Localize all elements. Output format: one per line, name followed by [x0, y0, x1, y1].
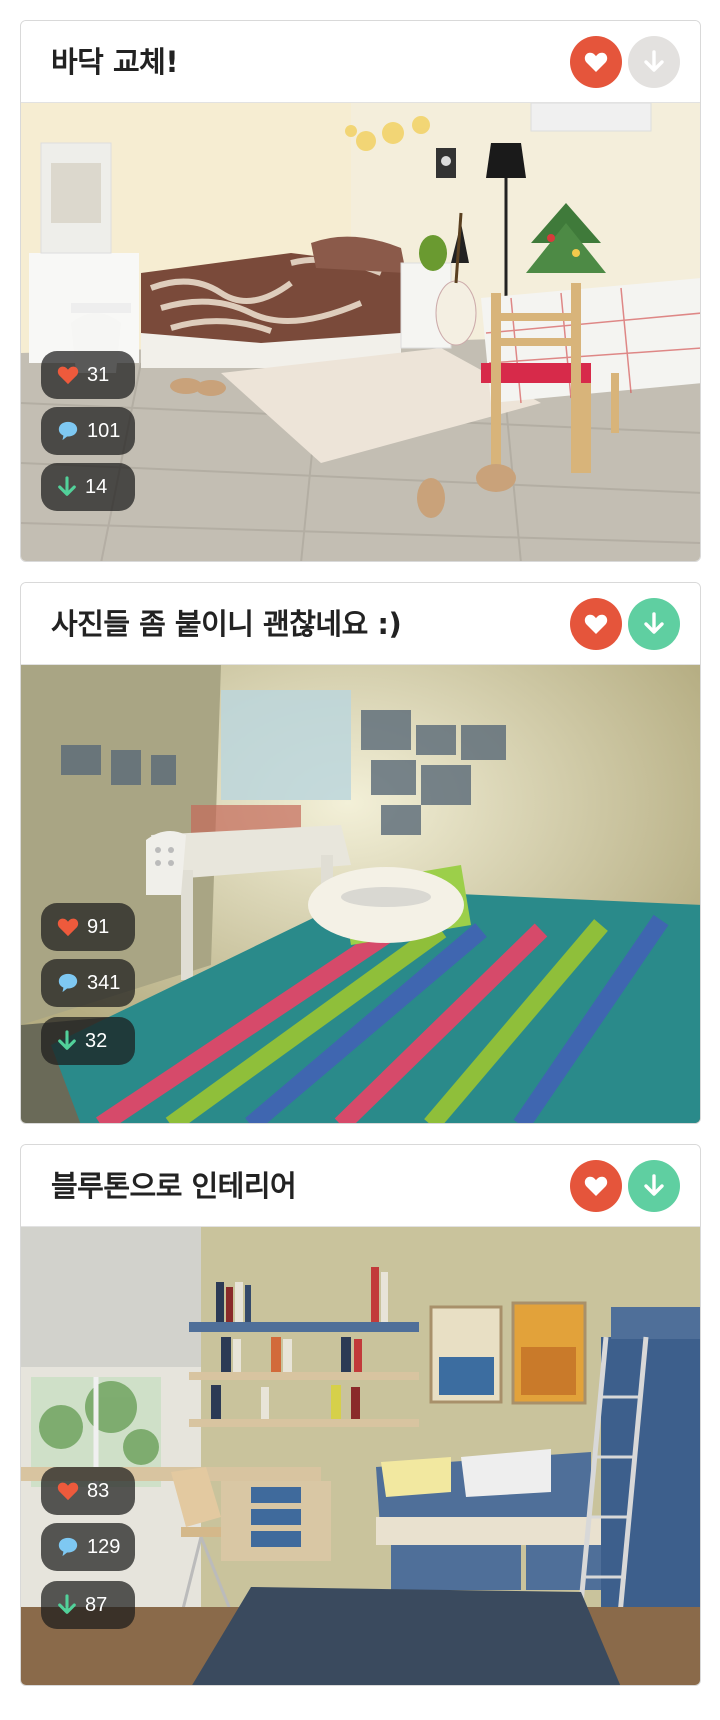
heart-icon: [584, 52, 608, 72]
heart-icon: [57, 918, 79, 937]
comment-count-badge: 101: [41, 407, 135, 455]
download-button[interactable]: [628, 36, 680, 88]
like-button[interactable]: [570, 1160, 622, 1212]
post-title: 바닥 교체!: [51, 45, 179, 79]
post-header: 사진들 좀 붙이니 괜찮네요 :): [21, 583, 700, 665]
post-title: 블루톤으로 인테리어: [51, 1169, 297, 1203]
comment-count: 101: [87, 419, 121, 442]
comment-count: 129: [87, 1535, 121, 1558]
download-count: 87: [85, 1593, 108, 1616]
post-header: 블루톤으로 인테리어: [21, 1145, 700, 1227]
download-count: 32: [85, 1029, 108, 1052]
download-button[interactable]: [628, 598, 680, 650]
like-count-badge: 83: [41, 1467, 135, 1515]
comment-count: 341: [87, 971, 121, 994]
download-count: 14: [85, 475, 108, 498]
heart-icon: [584, 614, 608, 634]
like-button[interactable]: [570, 36, 622, 88]
post-photo[interactable]: 91 341 32: [21, 665, 700, 1123]
post-title: 사진들 좀 붙이니 괜찮네요 :): [51, 607, 402, 641]
post-photo[interactable]: 31 101 14: [21, 103, 700, 561]
speech-bubble-icon: [58, 973, 78, 993]
arrow-down-icon: [58, 1030, 76, 1050]
post-photo[interactable]: 83 129 87: [21, 1227, 700, 1685]
download-button[interactable]: [628, 1160, 680, 1212]
like-count: 91: [87, 915, 110, 938]
like-count: 83: [87, 1479, 110, 1502]
like-count-badge: 91: [41, 903, 135, 951]
download-count-badge: 32: [41, 1017, 135, 1065]
arrow-down-icon: [58, 1594, 76, 1614]
post-card: 블루톤으로 인테리어 83 129 87: [20, 1144, 701, 1686]
arrow-down-icon: [58, 476, 76, 496]
download-count-badge: 14: [41, 463, 135, 511]
like-count-badge: 31: [41, 351, 135, 399]
comment-count-badge: 341: [41, 959, 135, 1007]
arrow-down-icon: [644, 612, 664, 634]
arrow-down-icon: [644, 1174, 664, 1196]
comment-count-badge: 129: [41, 1523, 135, 1571]
room-photo-feed: 바닥 교체! 31 101 14 사진들 좀 붙이니 괜찮네요:) 91 34…: [0, 0, 720, 1720]
post-card: 바닥 교체! 31 101 14: [20, 20, 701, 562]
like-count: 31: [87, 363, 110, 386]
post-header: 바닥 교체!: [21, 21, 700, 103]
post-card: 사진들 좀 붙이니 괜찮네요 :) 91 341 32: [20, 582, 701, 1124]
like-button[interactable]: [570, 598, 622, 650]
heart-icon: [57, 366, 79, 385]
speech-bubble-icon: [58, 421, 78, 441]
heart-icon: [584, 1176, 608, 1196]
heart-icon: [57, 1482, 79, 1501]
download-count-badge: 87: [41, 1581, 135, 1629]
speech-bubble-icon: [58, 1537, 78, 1557]
arrow-down-icon: [644, 50, 664, 72]
